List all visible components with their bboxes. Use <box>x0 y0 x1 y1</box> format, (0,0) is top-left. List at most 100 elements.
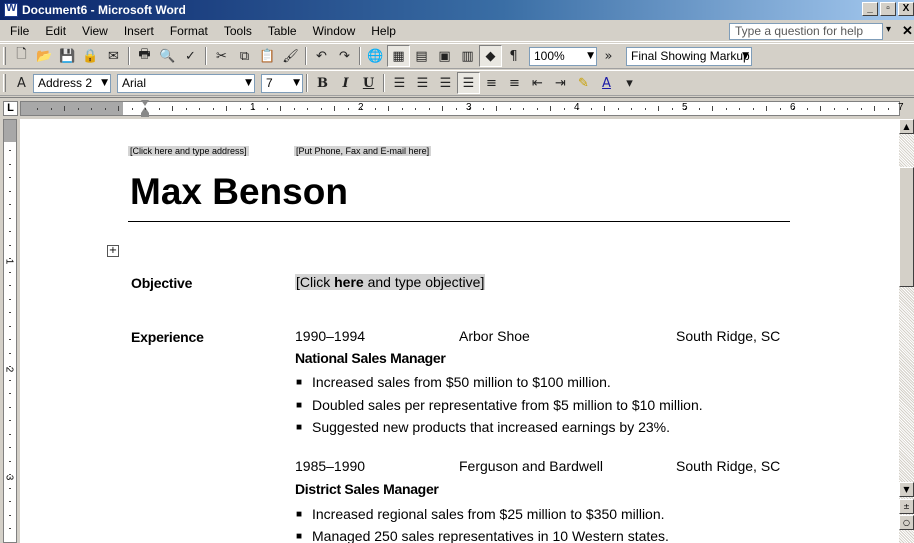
scroll-down-icon[interactable]: ▼ <box>899 482 914 497</box>
ruler-tick <box>50 108 52 110</box>
print-icon[interactable]: 🖶 <box>133 45 156 67</box>
toolbar-options-icon[interactable]: » <box>597 45 620 67</box>
ruler-tick <box>9 433 11 435</box>
menu-file[interactable]: File <box>0 24 37 38</box>
vertical-ruler[interactable]: 1 2 3 <box>0 119 20 543</box>
numbering-icon[interactable]: ≡ <box>480 72 503 94</box>
ruler-number: 2 <box>3 366 15 373</box>
objective-field[interactable]: [Click here and type objective] <box>295 274 486 290</box>
help-dropdown-icon[interactable]: ▾ <box>886 24 891 35</box>
document-close-icon[interactable]: ✕ <box>902 23 913 39</box>
show-hide-icon[interactable]: ¶ <box>502 45 525 67</box>
menu-tools[interactable]: Tools <box>216 24 260 38</box>
ruler-tick <box>847 108 848 110</box>
ruler-tick <box>212 108 214 110</box>
minimize-button[interactable]: _ <box>862 2 878 16</box>
justify-icon[interactable]: ☰ <box>457 72 480 94</box>
increase-indent-icon[interactable]: ⇥ <box>549 72 572 94</box>
bullets-icon[interactable]: ≡ <box>503 72 526 94</box>
open-folder-icon[interactable]: 📂 <box>33 45 56 67</box>
window-controls: _ ▫ X <box>862 2 914 16</box>
print-preview-icon[interactable]: 🔍 <box>156 45 179 67</box>
styles-formatting-icon[interactable]: A <box>10 72 33 94</box>
ruler-tick <box>280 106 281 111</box>
chevron-down-icon: ▼ <box>101 77 108 88</box>
font-color-icon[interactable]: A <box>595 72 618 94</box>
document-page[interactable]: [Click here and type address] [Put Phone… <box>20 119 899 543</box>
window-title: Document6 - Microsoft Word <box>22 3 186 17</box>
zoom-select[interactable]: 100% ▼ <box>529 46 597 66</box>
toolbar-grip[interactable] <box>3 74 6 92</box>
paste-icon[interactable]: 📋 <box>256 45 279 67</box>
align-center-icon[interactable]: ☰ <box>411 72 434 94</box>
font-size-select[interactable]: 7 ▼ <box>261 73 303 93</box>
tables-borders-icon[interactable]: ▦ <box>387 45 410 67</box>
menu-view[interactable]: View <box>74 24 116 38</box>
job-company: Ferguson and Bardwell <box>459 458 603 474</box>
help-question-input[interactable]: Type a question for help <box>729 23 883 40</box>
close-button[interactable]: X <box>898 2 914 16</box>
ruler-tick <box>644 108 646 110</box>
ruler-tick <box>536 108 538 110</box>
ruler-number: 3 <box>466 102 472 113</box>
list-item: ■ Increased regional sales from $25 milli… <box>296 506 665 523</box>
italic-icon[interactable]: I <box>334 72 357 94</box>
copy-icon[interactable]: ⧉ <box>233 45 256 67</box>
scroll-up-icon[interactable]: ▲ <box>899 119 914 134</box>
redo-icon[interactable]: ↷ <box>333 45 356 67</box>
hyperlink-icon[interactable]: 🌐 <box>364 45 387 67</box>
restore-button[interactable]: ▫ <box>880 2 896 16</box>
ruler-tick <box>415 108 416 110</box>
decrease-indent-icon[interactable]: ⇤ <box>526 72 549 94</box>
align-left-icon[interactable]: ☰ <box>388 72 411 94</box>
toolbar-grip[interactable] <box>3 47 6 65</box>
highlight-icon[interactable]: ✎ <box>572 72 595 94</box>
ruler-tick <box>64 106 65 111</box>
tab-selector-icon[interactable]: L <box>3 101 18 116</box>
select-browse-object-icon[interactable]: ○ <box>899 515 914 530</box>
underline-icon[interactable]: U <box>357 72 380 94</box>
undo-icon[interactable]: ↶ <box>310 45 333 67</box>
save-icon[interactable]: 💾 <box>56 45 79 67</box>
align-right-icon[interactable]: ☰ <box>434 72 457 94</box>
ruler-tick <box>9 406 11 408</box>
menu-format[interactable]: Format <box>162 24 216 38</box>
ruler-tick <box>712 106 713 111</box>
display-for-review-select[interactable]: Final Showing Markup ▼ <box>626 46 752 66</box>
list-item: ■ Managed 250 sales representatives in 10… <box>296 528 669 543</box>
address-field[interactable]: [Click here and type address] <box>128 146 249 156</box>
scroll-thumb[interactable] <box>899 167 914 287</box>
menu-window[interactable]: Window <box>305 24 364 38</box>
toolbar-options-icon[interactable]: ▾ <box>618 72 641 94</box>
menu-help[interactable]: Help <box>363 24 404 38</box>
ruler-tick <box>766 106 767 111</box>
previous-page-icon[interactable]: ± <box>899 499 914 514</box>
style-select[interactable]: Address 2 ▼ <box>33 73 111 93</box>
table-move-handle-icon[interactable]: + <box>107 245 119 257</box>
chevron-down-icon: ▼ <box>293 77 300 88</box>
menu-table[interactable]: Table <box>260 24 305 38</box>
word-app-icon[interactable] <box>4 2 18 17</box>
vertical-scrollbar[interactable]: ▲ ▼ ± ○ <box>899 119 914 543</box>
horizontal-ruler[interactable]: 1 2 3 4 5 6 7 <box>20 100 904 117</box>
ruler-tick <box>293 108 295 110</box>
menu-insert[interactable]: Insert <box>116 24 162 38</box>
insert-excel-icon[interactable]: ▣ <box>433 45 456 67</box>
insert-table-icon[interactable]: ▤ <box>410 45 433 67</box>
contact-field[interactable]: [Put Phone, Fax and E-mail here] <box>294 146 432 156</box>
drawing-icon[interactable]: ◆ <box>479 45 502 67</box>
spelling-icon[interactable]: ✓ <box>179 45 202 67</box>
cut-icon[interactable]: ✂ <box>210 45 233 67</box>
font-select[interactable]: Arial ▼ <box>117 73 255 93</box>
columns-icon[interactable]: ▥ <box>456 45 479 67</box>
ruler-number: 1 <box>3 258 15 265</box>
format-painter-icon[interactable]: 🖌 <box>279 45 302 67</box>
menu-edit[interactable]: Edit <box>37 24 74 38</box>
bold-icon[interactable]: B <box>311 72 334 94</box>
permission-icon[interactable]: 🔒 <box>79 45 102 67</box>
ruler-tick <box>307 108 308 110</box>
new-document-icon[interactable]: 🗋 <box>10 45 33 67</box>
bullet-icon: ■ <box>296 377 303 388</box>
ruler-tick <box>9 204 11 205</box>
email-icon[interactable]: ✉ <box>102 45 125 67</box>
